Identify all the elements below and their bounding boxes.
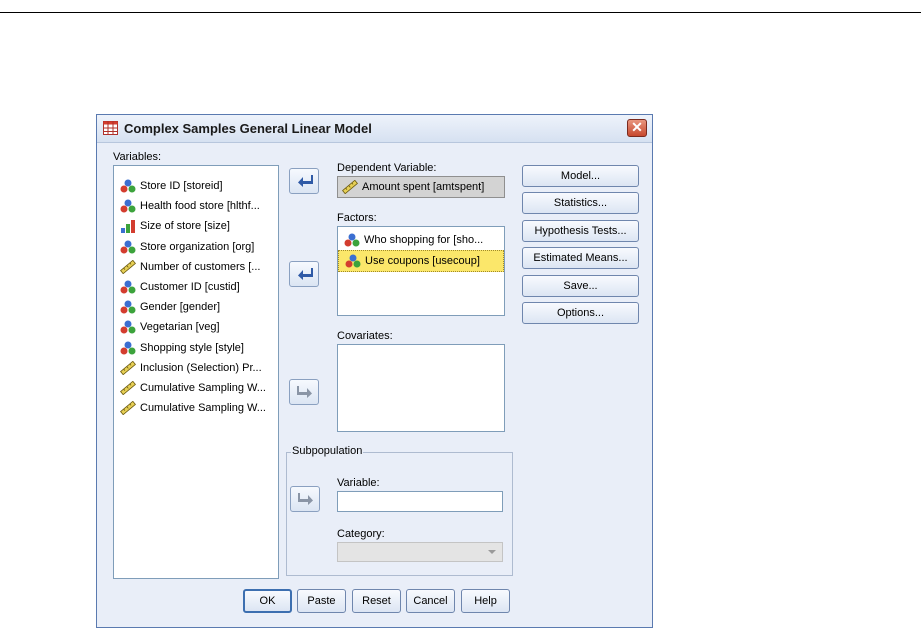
variable-label: Store ID [storeid]	[140, 180, 223, 193]
factors-list[interactable]: Who shopping for [sho... Use coupons [use…	[337, 226, 505, 316]
nominal-icon	[345, 254, 361, 268]
title-bar[interactable]: Complex Samples General Linear Model ✕	[97, 115, 652, 143]
hypothesis-tests-button[interactable]: Hypothesis Tests...	[522, 220, 639, 242]
variable-label: Health food store [hlthf...	[140, 200, 260, 213]
nominal-icon	[120, 300, 136, 314]
dependent-variable-value: Amount spent [amtspent]	[362, 181, 485, 193]
paste-button[interactable]: Paste	[297, 589, 346, 613]
subpopulation-category-combo[interactable]	[337, 542, 503, 562]
variable-list-item[interactable]: Store organization [org]	[114, 237, 278, 257]
move-to-dependent-button[interactable]	[289, 168, 319, 194]
variable-label: Cumulative Sampling W...	[140, 381, 266, 394]
covariates-list[interactable]	[337, 344, 505, 432]
chevron-down-icon	[488, 550, 496, 554]
variable-list-item[interactable]: Cumulative Sampling W...	[114, 378, 278, 398]
variable-list-item[interactable]: Use coupons [usecoup]	[338, 250, 504, 273]
save-button[interactable]: Save...	[522, 275, 639, 297]
variable-list-item[interactable]: Number of customers [...	[114, 257, 278, 277]
left-arrow-icon	[298, 175, 313, 187]
scale-icon	[120, 380, 136, 395]
estimated-means-button[interactable]: Estimated Means...	[522, 247, 639, 269]
reset-button[interactable]: Reset	[352, 589, 401, 613]
variable-list-item[interactable]: Vegetarian [veg]	[114, 317, 278, 337]
factors-label: Factors:	[337, 212, 377, 224]
variable-label: Cumulative Sampling W...	[140, 402, 266, 415]
nominal-icon	[120, 199, 136, 213]
ordinal-icon	[121, 220, 135, 234]
spreadsheet-icon	[103, 121, 118, 135]
variable-list-item[interactable]: Gender [gender]	[114, 297, 278, 317]
subpopulation-title: Subpopulation	[291, 445, 364, 457]
subpopulation-group: Subpopulation Variable: Category:	[286, 445, 513, 576]
variables-list[interactable]: Store ID [storeid] Health food store [hlt…	[113, 165, 279, 579]
cancel-button[interactable]: Cancel	[406, 589, 455, 613]
options-button[interactable]: Options...	[522, 302, 639, 324]
variable-list-item[interactable]: Inclusion (Selection) Pr...	[114, 358, 278, 378]
nominal-icon	[120, 280, 136, 294]
variable-label: Who shopping for [sho...	[364, 234, 484, 247]
variable-list-item[interactable]: Size of store [size]	[114, 216, 278, 236]
variable-label: Use coupons [usecoup]	[365, 255, 480, 268]
close-icon: ✕	[631, 119, 643, 135]
complex-samples-glm-dialog: Complex Samples General Linear Model ✕ V…	[96, 114, 653, 628]
page-top-rule	[0, 12, 921, 13]
nominal-icon	[120, 240, 136, 254]
scale-icon	[120, 259, 136, 274]
variable-list-item[interactable]: Cumulative Sampling W...	[114, 398, 278, 418]
nominal-icon	[344, 233, 360, 247]
variable-label: Customer ID [custid]	[140, 281, 240, 294]
right-arrow-icon	[297, 386, 312, 398]
variable-label: Vegetarian [veg]	[140, 321, 220, 334]
scale-icon	[342, 180, 358, 194]
dependent-variable-label: Dependent Variable:	[337, 162, 437, 174]
subpopulation-category-label: Category:	[337, 528, 385, 540]
subpopulation-variable-field[interactable]	[337, 491, 503, 512]
move-to-covariates-button[interactable]	[289, 379, 319, 405]
variable-list-item[interactable]: Store ID [storeid]	[114, 176, 278, 196]
variable-list-item[interactable]: Shopping style [style]	[114, 338, 278, 358]
right-arrow-icon	[298, 493, 313, 505]
statistics-button[interactable]: Statistics...	[522, 192, 639, 214]
dependent-variable-item[interactable]: Amount spent [amtspent]	[338, 177, 504, 197]
variable-label: Number of customers [...	[140, 260, 261, 273]
subpopulation-variable-label: Variable:	[337, 477, 380, 489]
variable-label: Size of store [size]	[140, 220, 230, 233]
variable-label: Gender [gender]	[140, 301, 221, 314]
nominal-icon	[120, 179, 136, 193]
dependent-variable-field[interactable]: Amount spent [amtspent]	[337, 176, 505, 198]
close-button[interactable]: ✕	[627, 119, 647, 137]
variable-label: Store organization [org]	[140, 240, 255, 253]
variables-label: Variables:	[113, 151, 162, 163]
scale-icon	[120, 401, 136, 416]
left-arrow-icon	[298, 268, 313, 280]
nominal-icon	[120, 341, 136, 355]
variable-list-item[interactable]: Who shopping for [sho...	[338, 230, 504, 250]
variable-list-item[interactable]: Customer ID [custid]	[114, 277, 278, 297]
variable-label: Inclusion (Selection) Pr...	[140, 361, 262, 374]
nominal-icon	[120, 320, 136, 334]
move-to-subpopulation-button[interactable]	[290, 486, 320, 512]
dialog-title: Complex Samples General Linear Model	[124, 121, 372, 136]
covariates-label: Covariates:	[337, 330, 393, 342]
model-button[interactable]: Model...	[522, 165, 639, 187]
ok-button[interactable]: OK	[243, 589, 292, 613]
help-button[interactable]: Help	[461, 589, 510, 613]
variable-list-item[interactable]: Health food store [hlthf...	[114, 196, 278, 216]
scale-icon	[120, 360, 136, 375]
variable-label: Shopping style [style]	[140, 341, 244, 354]
move-to-factors-button[interactable]	[289, 261, 319, 287]
